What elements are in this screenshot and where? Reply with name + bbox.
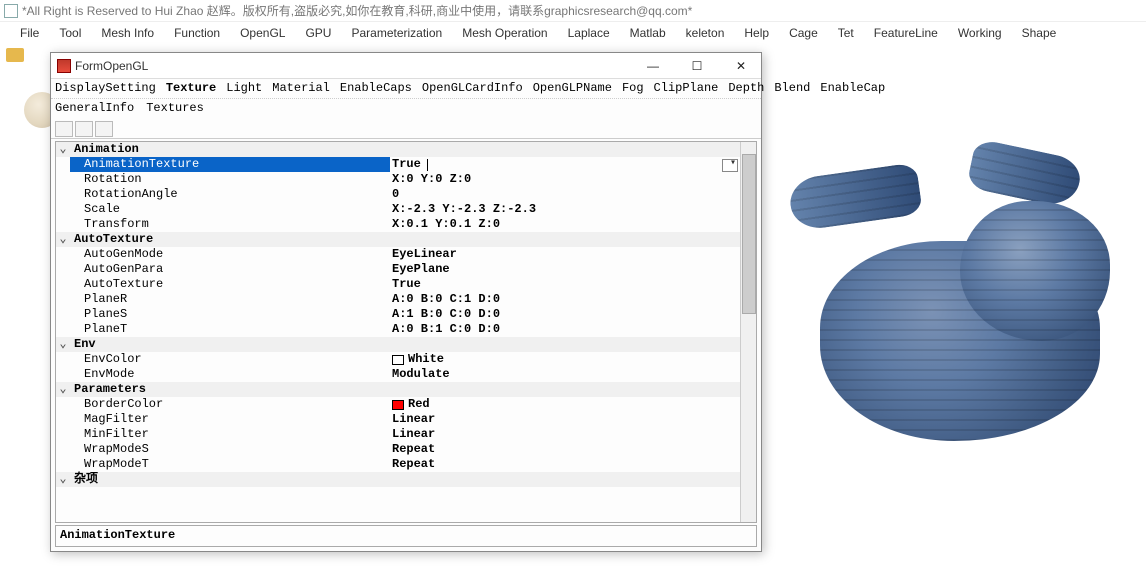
- tab-openglpname[interactable]: OpenGLPName: [533, 81, 612, 98]
- menu-mesh-operation[interactable]: Mesh Operation: [452, 24, 557, 42]
- category-autotexture[interactable]: ⌄AutoTexture: [56, 232, 740, 247]
- app-titlebar: *All Right is Reserved to Hui Zhao 赵辉。版权…: [0, 0, 1146, 22]
- prop-autotexture[interactable]: AutoTextureTrue: [56, 277, 740, 292]
- window-title: FormOpenGL: [75, 59, 148, 73]
- prop-envmode[interactable]: EnvModeModulate: [56, 367, 740, 382]
- tab-enablecap[interactable]: EnableCap: [820, 81, 885, 98]
- alphabetical-button[interactable]: [75, 121, 93, 137]
- app-title: *All Right is Reserved to Hui Zhao 赵辉。版权…: [22, 2, 692, 19]
- main-menu-bar: FileToolMesh InfoFunctionOpenGLGPUParame…: [0, 22, 1146, 44]
- subtab-textures[interactable]: Textures: [146, 101, 204, 119]
- category-杂项[interactable]: ⌄杂项: [56, 472, 740, 487]
- menu-file[interactable]: File: [10, 24, 49, 42]
- prop-planes[interactable]: PlaneSA:1 B:0 C:0 D:0: [56, 307, 740, 322]
- category-env[interactable]: ⌄Env: [56, 337, 740, 352]
- menu-keleton[interactable]: keleton: [676, 24, 735, 42]
- propgrid-extra-button[interactable]: [95, 121, 113, 137]
- menu-mesh-info[interactable]: Mesh Info: [91, 24, 164, 42]
- dialog-subtabs: GeneralInfo Textures: [51, 99, 761, 119]
- tab-clipplane[interactable]: ClipPlane: [654, 81, 719, 98]
- prop-bordercolor[interactable]: BorderColorRed: [56, 397, 740, 412]
- menu-featureline[interactable]: FeatureLine: [864, 24, 948, 42]
- color-swatch: [392, 355, 404, 365]
- prop-magfilter[interactable]: MagFilterLinear: [56, 412, 740, 427]
- prop-animationtexture[interactable]: AnimationTextureTrue: [56, 157, 740, 172]
- property-grid[interactable]: ⌄AnimationAnimationTextureTrueRotationX:…: [55, 141, 757, 523]
- document-icon: [4, 4, 18, 18]
- propgrid-toolbar: [51, 119, 761, 139]
- menu-function[interactable]: Function: [164, 24, 230, 42]
- dialog-tabstrip: DisplaySetting Texture Light Material Enable…: [51, 79, 761, 99]
- expand-icon[interactable]: ⌄: [56, 142, 70, 157]
- tab-depth[interactable]: Depth: [728, 81, 764, 98]
- prop-scale[interactable]: ScaleX:-2.3 Y:-2.3 Z:-2.3: [56, 202, 740, 217]
- prop-envcolor[interactable]: EnvColorWhite: [56, 352, 740, 367]
- menu-help[interactable]: Help: [734, 24, 779, 42]
- expand-icon[interactable]: ⌄: [56, 382, 70, 397]
- tab-displaysetting[interactable]: DisplaySetting: [55, 81, 156, 98]
- propgrid-description: AnimationTexture: [55, 525, 757, 547]
- tab-openglcardinfo[interactable]: OpenGLCardInfo: [422, 81, 523, 98]
- subtab-generalinfo[interactable]: GeneralInfo: [55, 101, 134, 119]
- color-swatch: [392, 400, 404, 410]
- menu-shape[interactable]: Shape: [1012, 24, 1067, 42]
- text-caret: [427, 159, 428, 171]
- tab-material[interactable]: Material: [272, 81, 330, 98]
- menu-tet[interactable]: Tet: [828, 24, 864, 42]
- prop-autogenmode[interactable]: AutoGenModeEyeLinear: [56, 247, 740, 262]
- close-button[interactable]: ✕: [721, 55, 761, 77]
- scroll-thumb[interactable]: [742, 154, 756, 314]
- window-titlebar[interactable]: FormOpenGL — ☐ ✕: [51, 53, 761, 79]
- prop-planer[interactable]: PlaneRA:0 B:0 C:1 D:0: [56, 292, 740, 307]
- scrollbar[interactable]: [740, 142, 756, 522]
- menu-working[interactable]: Working: [948, 24, 1012, 42]
- prop-minfilter[interactable]: MinFilterLinear: [56, 427, 740, 442]
- prop-wrapmodes[interactable]: WrapModeSRepeat: [56, 442, 740, 457]
- prop-transform[interactable]: TransformX:0.1 Y:0.1 Z:0: [56, 217, 740, 232]
- menu-opengl[interactable]: OpenGL: [230, 24, 295, 42]
- expand-icon[interactable]: ⌄: [56, 337, 70, 352]
- minimize-button[interactable]: —: [633, 55, 673, 77]
- prop-rotationangle[interactable]: RotationAngle0: [56, 187, 740, 202]
- menu-tool[interactable]: Tool: [49, 24, 91, 42]
- expand-icon[interactable]: ⌄: [56, 232, 70, 247]
- rendered-mesh: [780, 161, 1140, 461]
- prop-rotation[interactable]: RotationX:0 Y:0 Z:0: [56, 172, 740, 187]
- maximize-button[interactable]: ☐: [677, 55, 717, 77]
- open-folder-icon[interactable]: [6, 48, 24, 62]
- prop-autogenpara[interactable]: AutoGenParaEyePlane: [56, 262, 740, 277]
- menu-gpu[interactable]: GPU: [295, 24, 341, 42]
- tab-texture[interactable]: Texture: [166, 81, 216, 98]
- prop-wrapmodet[interactable]: WrapModeTRepeat: [56, 457, 740, 472]
- formopengl-window: FormOpenGL — ☐ ✕ DisplaySetting Texture Li…: [50, 52, 762, 552]
- form-icon: [57, 59, 71, 73]
- expand-icon[interactable]: ⌄: [56, 472, 70, 487]
- menu-laplace[interactable]: Laplace: [558, 24, 620, 42]
- menu-parameterization[interactable]: Parameterization: [341, 24, 452, 42]
- tab-enablecaps[interactable]: EnableCaps: [340, 81, 412, 98]
- category-parameters[interactable]: ⌄Parameters: [56, 382, 740, 397]
- propgrid-description-text: AnimationTexture: [60, 528, 175, 542]
- menu-cage[interactable]: Cage: [779, 24, 828, 42]
- category-animation[interactable]: ⌄Animation: [56, 142, 740, 157]
- prop-planet[interactable]: PlaneTA:0 B:1 C:0 D:0: [56, 322, 740, 337]
- tab-light[interactable]: Light: [226, 81, 262, 98]
- tab-fog[interactable]: Fog: [622, 81, 644, 98]
- menu-matlab[interactable]: Matlab: [620, 24, 676, 42]
- tab-blend[interactable]: Blend: [774, 81, 810, 98]
- categorized-button[interactable]: [55, 121, 73, 137]
